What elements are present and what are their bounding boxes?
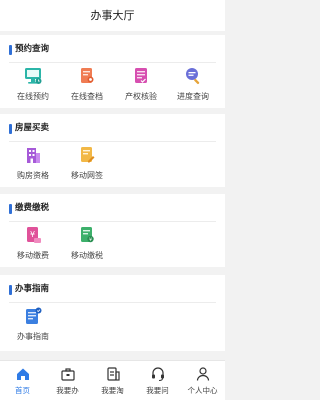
tab-home[interactable]: 首页 (0, 361, 45, 400)
tab-label: 首页 (15, 386, 30, 395)
item-label: 移动缴费 (17, 251, 49, 260)
payment-card-icon: ¥ (27, 227, 41, 243)
divider (9, 302, 216, 303)
certificate-check-icon (135, 68, 147, 83)
online-appointment-button[interactable]: 在线预约 (5, 66, 61, 114)
title-bar: 办事大厅 (0, 0, 225, 31)
headset-icon (151, 367, 164, 381)
item-label: 购房资格 (17, 171, 49, 180)
mobile-tax-button[interactable]: ¥ 移动缴税 (59, 225, 115, 273)
tab-want-to-handle[interactable]: 我要办 (45, 361, 90, 400)
service-guide-button[interactable]: 办事指南 (5, 306, 61, 354)
section-title: 缴费缴税 (9, 203, 49, 214)
section-title: 房屋买卖 (9, 123, 49, 134)
person-icon (196, 367, 209, 381)
section-title: 预约查询 (9, 44, 49, 55)
item-label: 进度查询 (177, 92, 209, 101)
item-label: 移动网签 (71, 171, 103, 180)
tab-label: 我要淘 (101, 386, 124, 395)
monitor-calendar-icon (25, 68, 42, 84)
property-verification-button[interactable]: 产权核验 (113, 66, 169, 114)
file-list-icon (106, 367, 120, 381)
section-fee-tax: 缴费缴税 ¥ 移动缴费 ¥ 移动缴税 (0, 194, 225, 267)
tab-want-to-ask[interactable]: 我要问 (135, 361, 180, 400)
section-appointment-query: 预约查询 在线预约 在线查档 产权核验 进度查询 (0, 35, 225, 108)
divider (9, 141, 216, 142)
contract-sign-icon (81, 147, 95, 163)
bottom-tab-bar: 首页 我要办 我要淘 我要问 个人中心 (0, 360, 225, 400)
progress-query-button[interactable]: 进度查询 (165, 66, 221, 114)
item-label: 移动缴税 (71, 251, 103, 260)
document-search-icon (81, 68, 94, 83)
section-service-guide: 办事指南 办事指南 (0, 275, 225, 351)
divider (9, 221, 216, 222)
guide-book-icon (26, 307, 42, 324)
tax-form-icon: ¥ (81, 227, 94, 243)
online-archive-search-button[interactable]: 在线查档 (59, 66, 115, 114)
briefcase-icon (60, 368, 75, 381)
home-icon (16, 368, 29, 380)
mobile-payment-button[interactable]: ¥ 移动缴费 (5, 225, 61, 273)
tab-personal-center[interactable]: 个人中心 (180, 361, 225, 400)
item-label: 在线预约 (17, 92, 49, 101)
tab-label: 我要办 (56, 386, 79, 395)
tab-label: 我要问 (146, 386, 169, 395)
mobile-contract-sign-button[interactable]: 移动网签 (59, 145, 115, 193)
purchase-eligibility-button[interactable]: 购房资格 (5, 145, 61, 193)
section-house-trading: 房屋买卖 购房资格 移动网签 (0, 114, 225, 187)
progress-search-icon (186, 68, 200, 85)
divider (9, 62, 216, 63)
building-icon (27, 148, 40, 163)
tab-want-to-browse[interactable]: 我要淘 (90, 361, 135, 400)
page-title: 办事大厅 (90, 9, 135, 22)
item-label: 在线查档 (71, 92, 103, 101)
item-label: 产权核验 (125, 92, 157, 101)
tab-label: 个人中心 (187, 386, 218, 395)
section-title: 办事指南 (9, 284, 49, 295)
svg-text:¥: ¥ (30, 230, 35, 239)
svg-text:¥: ¥ (89, 237, 92, 243)
item-label: 办事指南 (17, 332, 49, 341)
